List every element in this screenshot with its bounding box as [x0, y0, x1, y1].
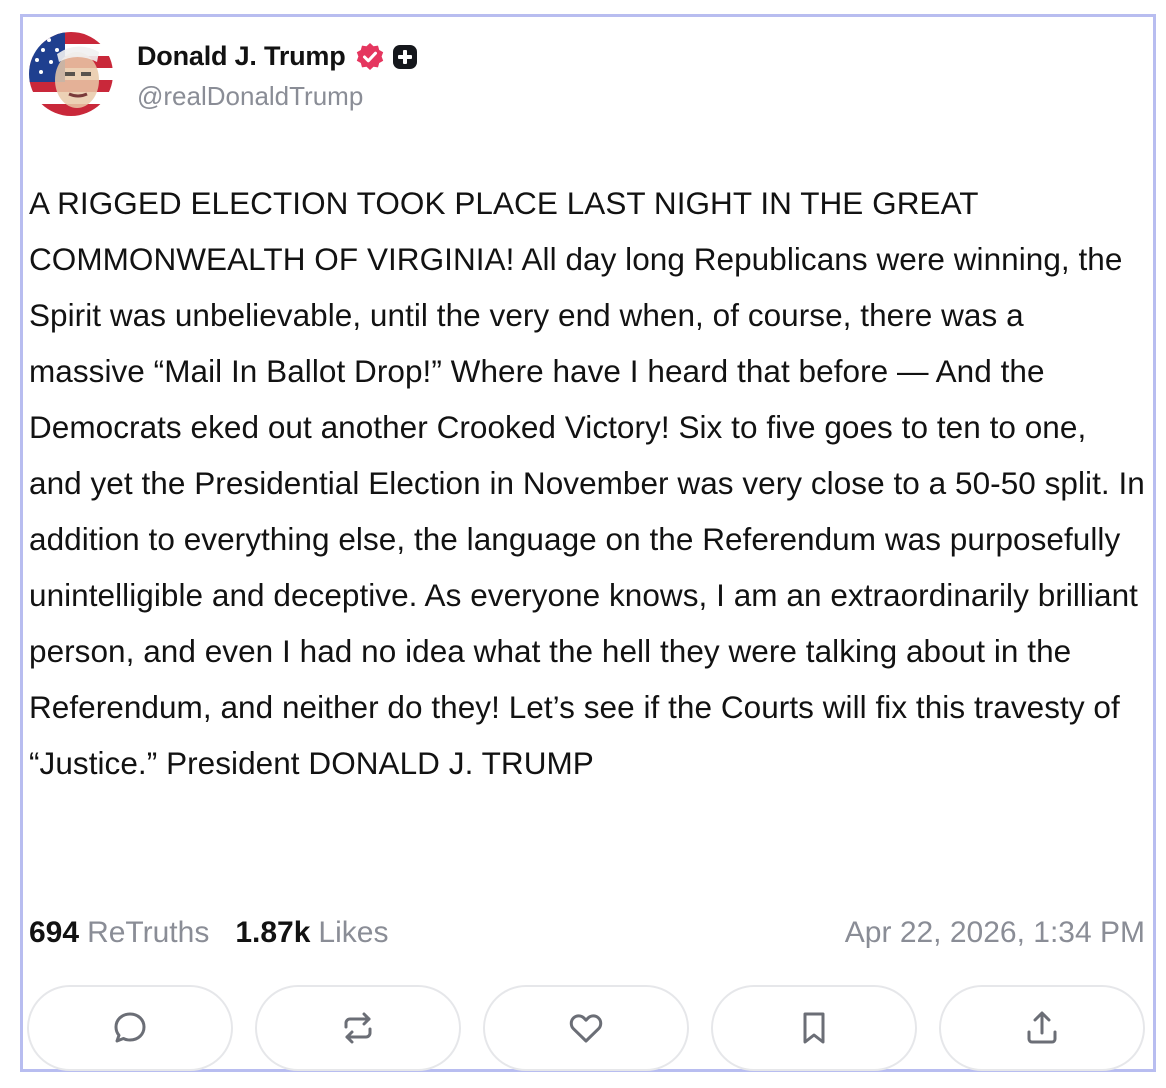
plus-badge-icon	[392, 44, 418, 70]
retruth-icon	[344, 1012, 372, 1044]
avatar[interactable]	[29, 32, 113, 116]
share-upload-icon	[1027, 1011, 1057, 1044]
author-handle[interactable]: @realDonaldTrump	[137, 81, 418, 112]
post-card: Donald J. Trump @realDonaldTrump A RIGGE…	[20, 14, 1156, 1072]
retruths-count[interactable]: 694	[29, 916, 79, 950]
post-body-text: A RIGGED ELECTION TOOK PLACE LAST NIGHT …	[29, 185, 1145, 781]
post-timestamp[interactable]: Apr 22, 2026, 1:34 PM	[845, 916, 1145, 950]
like-button[interactable]	[483, 985, 689, 1071]
action-bar	[23, 985, 1159, 1073]
retruth-button[interactable]	[255, 985, 461, 1071]
avatar-image	[29, 32, 113, 116]
name-row: Donald J. Trump	[137, 37, 418, 77]
likes-label[interactable]: Likes	[318, 916, 388, 950]
verified-badge-icon	[355, 42, 385, 72]
likes-count[interactable]: 1.87k	[235, 916, 310, 950]
bookmark-icon	[803, 1012, 825, 1044]
post-header: Donald J. Trump @realDonaldTrump	[29, 29, 418, 119]
author-display-name[interactable]: Donald J. Trump	[137, 41, 346, 72]
retruths-label[interactable]: ReTruths	[87, 916, 209, 950]
author-info: Donald J. Trump @realDonaldTrump	[137, 37, 418, 112]
share-button[interactable]	[939, 985, 1145, 1071]
reply-icon	[114, 1012, 146, 1043]
like-heart-icon	[569, 1014, 603, 1043]
bookmark-button[interactable]	[711, 985, 917, 1071]
reply-button[interactable]	[27, 985, 233, 1071]
post-stats: 694 ReTruths 1.87k Likes Apr 22, 2026, 1…	[29, 909, 1145, 957]
